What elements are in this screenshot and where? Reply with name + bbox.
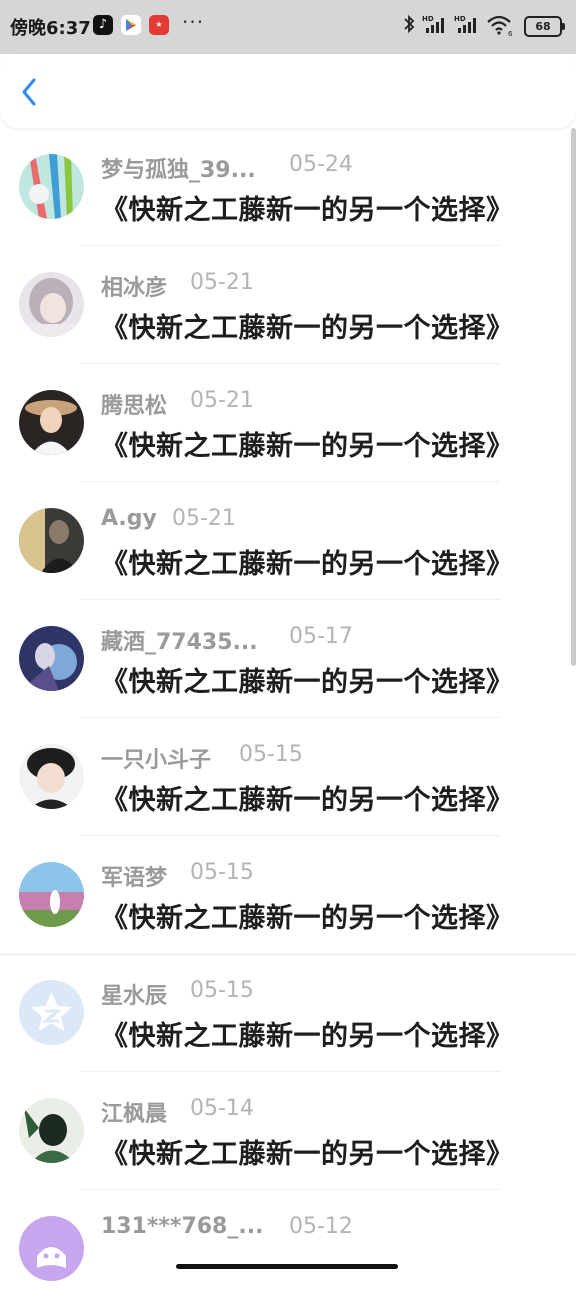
date: 05-21 bbox=[190, 270, 254, 295]
message-text: 《快新之工藤新一的另一个选择》 bbox=[101, 195, 514, 226]
avatar[interactable] bbox=[19, 1216, 84, 1281]
avatar-image bbox=[19, 272, 84, 337]
signal-2-icon: HD bbox=[454, 15, 476, 33]
date: 05-15 bbox=[239, 742, 303, 767]
svg-text:6: 6 bbox=[508, 30, 513, 37]
avatar[interactable] bbox=[19, 862, 84, 927]
avatar-image bbox=[19, 390, 84, 455]
date: 05-14 bbox=[190, 1096, 254, 1121]
signal-1-icon: HD bbox=[422, 15, 444, 33]
message-text: 《快新之工藤新一的另一个选择》 bbox=[101, 785, 514, 816]
nav-header bbox=[0, 54, 576, 128]
avatar-image bbox=[19, 508, 84, 573]
tiktok-icon: ♪ bbox=[93, 15, 113, 35]
status-time: 傍晚6:37 bbox=[10, 18, 91, 39]
hd-label-2: HD bbox=[454, 15, 466, 23]
message-list: 梦与孤独_39... 05-24 《快新之工藤新一的另一个选择》 相冰彦 05-… bbox=[0, 128, 576, 1308]
message-text: 《快新之工藤新一的另一个选择》 bbox=[101, 1139, 514, 1170]
username: 一只小斗子 bbox=[101, 748, 212, 773]
status-icons: HD HD 6 68 bbox=[402, 13, 565, 39]
list-item[interactable]: 梦与孤独_39... 05-24 《快新之工藤新一的另一个选择》 bbox=[0, 128, 576, 246]
username: 藏酒_77435... bbox=[101, 630, 258, 655]
username: 梦与孤独_39... bbox=[101, 158, 256, 183]
hd-label-1: HD bbox=[422, 15, 434, 23]
date: 05-24 bbox=[289, 152, 353, 177]
avatar[interactable] bbox=[19, 1098, 84, 1163]
chevron-left-icon bbox=[22, 78, 36, 106]
home-indicator[interactable] bbox=[176, 1264, 398, 1269]
section-divider bbox=[0, 954, 576, 955]
bluetooth-icon bbox=[404, 14, 415, 34]
username: A.gy bbox=[101, 506, 157, 531]
message-text: 《快新之工藤新一的另一个选择》 bbox=[101, 903, 514, 934]
avatar[interactable] bbox=[19, 390, 84, 455]
avatar[interactable] bbox=[19, 980, 84, 1045]
wifi-icon: 6 bbox=[487, 15, 513, 37]
date: 05-21 bbox=[190, 388, 254, 413]
list-item[interactable]: 星水辰 05-15 《快新之工藤新一的另一个选择》 bbox=[0, 954, 576, 1072]
date: 05-21 bbox=[172, 506, 236, 531]
avatar-image bbox=[19, 154, 84, 219]
play-store-icon bbox=[121, 15, 141, 35]
status-bar: 傍晚6:37 ♪ ★ ··· HD HD 6 68 bbox=[0, 0, 576, 54]
username: 腾思松 bbox=[101, 394, 168, 419]
avatar-image bbox=[19, 1098, 84, 1163]
avatar[interactable] bbox=[19, 744, 84, 809]
avatar-image bbox=[19, 862, 84, 927]
username: 相冰彦 bbox=[101, 276, 168, 301]
date: 05-12 bbox=[289, 1214, 353, 1239]
date: 05-15 bbox=[190, 978, 254, 1003]
username: 星水辰 bbox=[101, 984, 168, 1009]
avatar[interactable] bbox=[19, 508, 84, 573]
battery-indicator: 68 bbox=[524, 16, 565, 37]
username: 军语梦 bbox=[101, 866, 168, 891]
avatar-image bbox=[19, 1216, 84, 1281]
list-item[interactable]: 江枫晨 05-14 《快新之工藤新一的另一个选择》 bbox=[0, 1072, 576, 1190]
message-text: 《快新之工藤新一的另一个选择》 bbox=[101, 1021, 514, 1052]
more-notifications-icon: ··· bbox=[182, 10, 205, 34]
list-item[interactable]: A.gy 05-21 《快新之工藤新一的另一个选择》 bbox=[0, 482, 576, 600]
avatar-image bbox=[19, 744, 84, 809]
list-item[interactable]: 藏酒_77435... 05-17 《快新之工藤新一的另一个选择》 bbox=[0, 600, 576, 718]
username: 江枫晨 bbox=[101, 1102, 168, 1127]
list-item[interactable]: 腾思松 05-21 《快新之工藤新一的另一个选择》 bbox=[0, 364, 576, 482]
list-item[interactable]: 131***768_... 05-12 bbox=[0, 1190, 576, 1308]
avatar[interactable] bbox=[19, 272, 84, 337]
message-text: 《快新之工藤新一的另一个选择》 bbox=[101, 431, 514, 462]
list-item[interactable]: 军语梦 05-15 《快新之工藤新一的另一个选择》 bbox=[0, 836, 576, 954]
scrollbar[interactable] bbox=[571, 128, 576, 666]
date: 05-17 bbox=[289, 624, 353, 649]
message-text: 《快新之工藤新一的另一个选择》 bbox=[101, 549, 514, 580]
message-text: 《快新之工藤新一的另一个选择》 bbox=[101, 313, 514, 344]
username: 131***768_... bbox=[101, 1214, 264, 1239]
date: 05-15 bbox=[190, 860, 254, 885]
star-icon bbox=[19, 980, 84, 1045]
avatar-image bbox=[19, 626, 84, 691]
avatar[interactable] bbox=[19, 154, 84, 219]
message-text: 《快新之工藤新一的另一个选择》 bbox=[101, 667, 514, 698]
shopping-app-icon: ★ bbox=[149, 15, 169, 35]
list-item[interactable]: 相冰彦 05-21 《快新之工藤新一的另一个选择》 bbox=[0, 246, 576, 364]
list-item[interactable]: 一只小斗子 05-15 《快新之工藤新一的另一个选择》 bbox=[0, 718, 576, 836]
avatar[interactable] bbox=[19, 626, 84, 691]
back-button[interactable] bbox=[14, 76, 46, 108]
